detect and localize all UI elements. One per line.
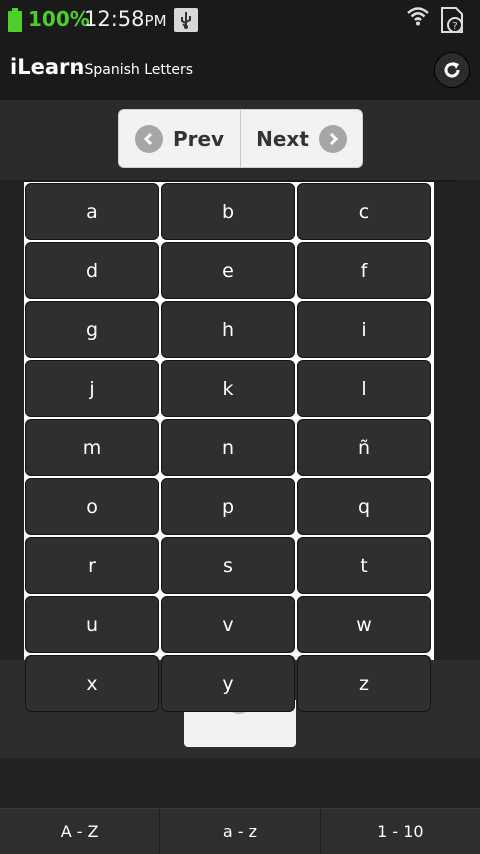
letter-key[interactable]: q [297,478,431,535]
prev-button[interactable]: Prev [119,110,240,167]
letter-key[interactable]: j [25,360,159,417]
letter-key[interactable]: ñ [297,419,431,476]
refresh-icon [444,62,460,78]
letter-key[interactable]: e [161,242,295,299]
letter-key[interactable]: n [161,419,295,476]
app-header: iLearn - Spanish Letters [0,38,480,100]
wifi-icon [407,7,429,26]
letter-key[interactable]: s [161,537,295,594]
svg-text:?: ? [452,21,457,32]
letter-key[interactable]: l [297,360,431,417]
clock-time: 12:58 [84,7,145,31]
battery-percent: 100% [28,7,90,31]
arrow-right-icon [318,124,347,153]
letter-key[interactable]: k [161,360,295,417]
letter-key[interactable]: x [25,655,159,712]
clock-ampm: PM [144,12,167,30]
letter-key[interactable]: y [161,655,295,712]
letter-key[interactable]: h [161,301,295,358]
letter-key[interactable]: p [161,478,295,535]
letter-key[interactable]: g [25,301,159,358]
tab-numbers[interactable]: 1 - 10 [319,809,480,854]
next-label: Next [256,126,309,151]
next-button[interactable]: Next [240,110,362,167]
letter-key[interactable]: r [25,537,159,594]
tab-lowercase[interactable]: a - z [159,809,319,854]
letter-picker-grid: abc def ghi jkl mnñ opq rst uvw xyz [24,182,432,713]
status-bar: 100% 12:58PM ? [0,0,480,38]
app-title: iLearn [10,55,85,79]
letter-key[interactable]: i [297,301,431,358]
letter-key[interactable]: w [297,596,431,653]
letter-key[interactable]: u [25,596,159,653]
letter-key[interactable]: d [25,242,159,299]
letter-key[interactable]: f [297,242,431,299]
sim-icon: ? [441,7,463,33]
tab-bar: A - Z a - z 1 - 10 [0,808,480,854]
letter-key[interactable]: m [25,419,159,476]
letter-key[interactable]: v [161,596,295,653]
prev-next-group: Prev Next [118,109,363,168]
prev-label: Prev [172,126,225,151]
refresh-button[interactable] [434,52,470,88]
bottom-gap [0,758,480,808]
letter-key[interactable]: t [297,537,431,594]
letter-key[interactable]: a [25,183,159,240]
app-subtitle: - Spanish Letters [75,62,194,78]
letter-key[interactable]: b [161,183,295,240]
clock: 12:58PM [84,7,167,31]
letter-key[interactable]: o [25,478,159,535]
usb-icon [174,8,198,32]
arrow-left-icon [134,124,163,153]
letter-key[interactable]: c [297,183,431,240]
letter-key[interactable]: z [297,655,431,712]
tab-uppercase[interactable]: A - Z [0,809,159,854]
battery-icon [8,8,22,32]
nav-region: Prev Next [0,100,480,180]
